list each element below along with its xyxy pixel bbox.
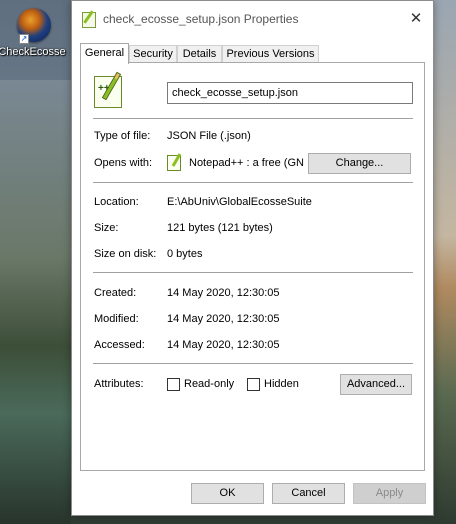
accessed-value: 14 May 2020, 12:30:05 bbox=[167, 339, 280, 351]
location-label: Location: bbox=[94, 196, 139, 208]
properties-dialog: check_ecosse_setup.json Properties ✕ Gen… bbox=[71, 0, 434, 516]
advanced-button[interactable]: Advanced... bbox=[340, 374, 412, 395]
type-value: JSON File (.json) bbox=[167, 130, 251, 142]
modified-value: 14 May 2020, 12:30:05 bbox=[167, 313, 280, 325]
notepadpp-icon bbox=[167, 155, 181, 171]
desktop-wallpaper bbox=[434, 0, 456, 524]
tab-previous-versions[interactable]: Previous Versions bbox=[222, 45, 319, 63]
size-on-disk-value: 0 bytes bbox=[167, 248, 203, 260]
created-label: Created: bbox=[94, 287, 137, 299]
shortcut-arrow-icon: ↗ bbox=[19, 34, 29, 44]
desktop-wallpaper-left bbox=[0, 80, 71, 524]
apply-button[interactable]: Apply bbox=[353, 483, 426, 504]
ok-button[interactable]: OK bbox=[191, 483, 264, 504]
modified-label: Modified: bbox=[94, 313, 139, 325]
size-value: 121 bytes (121 bytes) bbox=[167, 222, 273, 234]
title-bar[interactable]: check_ecosse_setup.json Properties ✕ bbox=[72, 1, 433, 38]
general-panel: ++ check_ecosse_setup.json Type of file:… bbox=[80, 62, 425, 471]
hidden-checkbox[interactable] bbox=[247, 378, 260, 391]
readonly-label: Read-only bbox=[184, 378, 235, 390]
size-label: Size: bbox=[94, 222, 119, 234]
notepadpp-file-icon: ++ bbox=[94, 71, 122, 108]
opens-with-label: Opens with: bbox=[94, 157, 153, 169]
cancel-button[interactable]: Cancel bbox=[272, 483, 345, 504]
tab-security[interactable]: Security bbox=[129, 45, 177, 63]
attributes-label: Attributes: bbox=[94, 378, 144, 390]
separator bbox=[93, 182, 413, 183]
separator bbox=[93, 363, 413, 364]
type-label: Type of file: bbox=[94, 130, 151, 142]
separator bbox=[93, 272, 413, 273]
file-name-field[interactable]: check_ecosse_setup.json bbox=[167, 82, 413, 104]
globe-app-icon: ↗ bbox=[17, 8, 51, 44]
readonly-checkbox[interactable] bbox=[167, 378, 180, 391]
change-button[interactable]: Change... bbox=[308, 153, 411, 174]
close-icon[interactable]: ✕ bbox=[399, 5, 433, 33]
accessed-label: Accessed: bbox=[94, 339, 145, 351]
size-on-disk-label: Size on disk: bbox=[94, 248, 157, 260]
desktop-icon-label: CheckEcosse bbox=[0, 46, 66, 58]
location-value: E:\AbUniv\GlobalEcosseSuite bbox=[167, 196, 312, 208]
desktop-shortcut-checkecosse[interactable]: ↗ CheckEcosse bbox=[0, 4, 68, 58]
created-value: 14 May 2020, 12:30:05 bbox=[167, 287, 280, 299]
opens-with-value: Notepad++ : a free (GN bbox=[189, 157, 304, 169]
tab-general[interactable]: General bbox=[80, 43, 129, 64]
window-title: check_ecosse_setup.json Properties bbox=[103, 12, 299, 26]
notepadpp-file-icon bbox=[82, 12, 96, 28]
separator bbox=[93, 118, 413, 119]
tab-details[interactable]: Details bbox=[177, 45, 222, 63]
hidden-label: Hidden bbox=[264, 378, 299, 390]
